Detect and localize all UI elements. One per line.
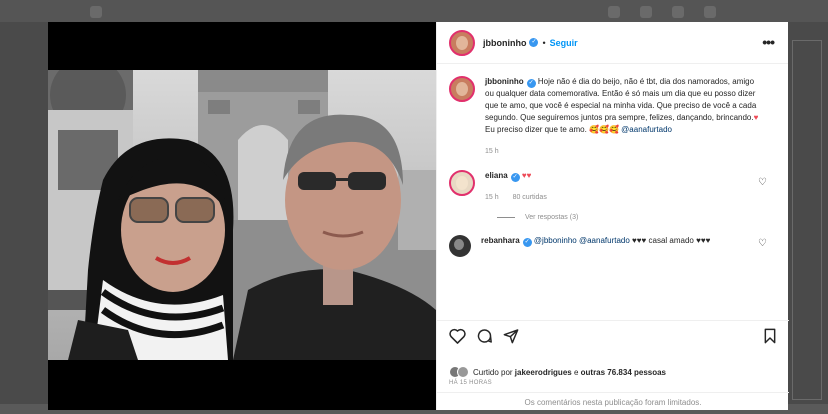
commenter-verified-icon: ✓ — [510, 173, 520, 182]
post-actions — [437, 320, 789, 358]
comment-body: eliana ✓ ♥♥ 15 h 80 curtidas — [485, 170, 777, 204]
caption-author-avatar[interactable] — [449, 76, 475, 102]
post-modal: jbboninho ✓ • Seguir ••• jbboninho ✓ Hoje… — [48, 22, 789, 410]
comment-text: ♥♥♥ casal amado ♥♥♥ — [632, 236, 711, 245]
view-replies-button[interactable]: Ver respostas (3) — [497, 214, 777, 221]
selfie-image — [48, 70, 436, 360]
comment-mention[interactable]: @jbboninho — [534, 236, 577, 245]
comment-text: ♥♥ — [521, 171, 532, 180]
post-sidebar: jbboninho ✓ • Seguir ••• jbboninho ✓ Hoje… — [436, 22, 789, 410]
caption-body: jbboninho ✓ Hoje não é dia do beijo, não … — [485, 76, 777, 158]
heart-icon[interactable] — [449, 328, 466, 349]
background-profile-icon — [704, 6, 716, 18]
comment-icon[interactable] — [476, 328, 493, 349]
commenter-username[interactable]: rebanhara — [481, 236, 520, 245]
post-photo[interactable] — [48, 22, 436, 410]
commenter-verified-icon: ✓ — [522, 238, 532, 247]
background-explore-icon — [640, 6, 652, 18]
caption-text-tail: Eu preciso dizer que te amo. 🥰🥰🥰 — [485, 125, 622, 134]
background-activity-icon — [608, 6, 620, 18]
comment-time: 15 h — [485, 194, 499, 201]
comment-like-icon[interactable]: ♡ — [758, 239, 767, 249]
header-separator: • — [542, 37, 546, 48]
liked-by: Curtido por jakeerodrigues e outras 76.8… — [437, 366, 666, 378]
commenter-username[interactable]: eliana — [485, 171, 508, 180]
background-navbar — [0, 0, 828, 22]
verified-badge-icon: ✓ — [529, 38, 539, 47]
post-timestamp: HÁ 15 HORAS — [449, 380, 492, 386]
replies-line — [497, 217, 515, 218]
comment-mention[interactable]: @aanafurtado — [579, 236, 630, 245]
background-home-icon — [90, 6, 102, 18]
comments-limited-notice: Os comentários nesta publicação foram li… — [437, 392, 789, 410]
caption-username[interactable]: jbboninho — [485, 77, 524, 86]
comment-meta: 15 h 80 curtidas — [485, 192, 763, 204]
caption-text: Hoje não é dia do beijo, não é tbt, dia … — [485, 77, 757, 122]
liked-by-user[interactable]: jakeerodrigues — [515, 368, 572, 377]
liked-by-text: Curtido por jakeerodrigues e outras 76.8… — [473, 368, 666, 377]
background-heart-icon — [672, 6, 684, 18]
post-header: jbboninho ✓ • Seguir ••• — [437, 22, 788, 64]
comment-like-icon[interactable]: ♡ — [758, 178, 767, 188]
author-avatar[interactable] — [449, 29, 475, 56]
commenter-avatar[interactable] — [449, 170, 475, 196]
author-username[interactable]: jbboninho — [483, 38, 526, 48]
caption-time: 15 h — [485, 148, 499, 155]
action-icons — [449, 328, 777, 349]
bookmark-icon[interactable] — [763, 328, 777, 349]
liked-by-others[interactable]: outras 76.834 pessoas — [581, 368, 666, 377]
view-replies-label: Ver respostas (3) — [525, 214, 579, 221]
comment-row: rebanhara ✓ @jbboninho @aanafurtado ♥♥♥ c… — [449, 235, 777, 257]
liker-avatar — [457, 366, 469, 378]
caption-meta: 15 h — [485, 146, 763, 158]
share-icon[interactable] — [503, 328, 519, 349]
comment-body: rebanhara ✓ @jbboninho @aanafurtado ♥♥♥ c… — [481, 235, 777, 257]
caption-heart-emoji: ♥ — [753, 113, 759, 122]
caption-mention[interactable]: @aanafurtado — [621, 125, 672, 134]
commenter-avatar[interactable] — [449, 235, 471, 257]
caption-verified-icon: ✓ — [526, 79, 536, 88]
follow-button[interactable]: Seguir — [550, 38, 578, 48]
comment-row: eliana ✓ ♥♥ 15 h 80 curtidas ♡ — [449, 170, 777, 204]
background-post-edge — [792, 40, 822, 400]
comments-list[interactable]: jbboninho ✓ Hoje não é dia do beijo, não … — [437, 64, 789, 320]
liked-by-prefix: Curtido por — [473, 367, 515, 377]
caption: jbboninho ✓ Hoje não é dia do beijo, não … — [449, 76, 777, 158]
more-options-icon[interactable]: ••• — [762, 34, 775, 50]
comment-likes[interactable]: 80 curtidas — [513, 194, 547, 201]
liked-by-middle: e — [571, 367, 581, 377]
